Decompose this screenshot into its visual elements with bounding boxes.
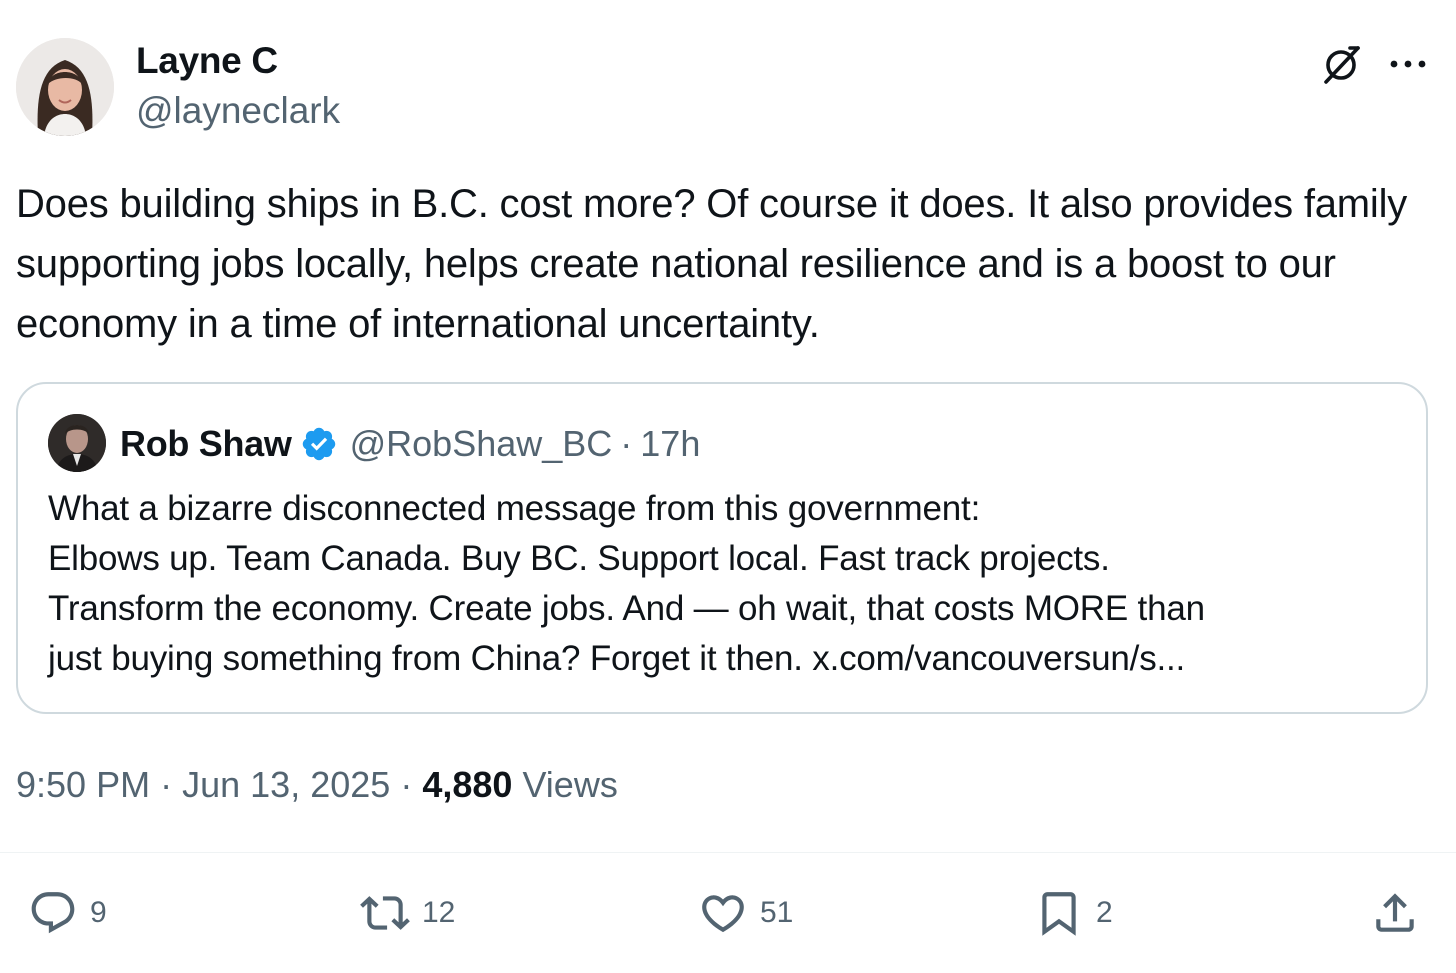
quoted-tweet-text: What a bizarre disconnected message from… (48, 484, 1408, 684)
bookmark-button[interactable]: 2 (1034, 888, 1113, 938)
meta-separator: · (400, 764, 413, 805)
reply-count: 9 (90, 896, 107, 929)
tweet-meta: 9:50 PM · Jun 13, 2025 · 4,880 Views (16, 764, 618, 806)
like-button[interactable]: 51 (698, 888, 793, 938)
author-handle[interactable]: @layneclark (136, 90, 340, 132)
grok-icon[interactable] (1320, 42, 1364, 86)
quoted-tweet-time[interactable]: 17h (640, 422, 700, 466)
reply-icon (31, 892, 75, 934)
tweet-time[interactable]: 9:50 PM (16, 764, 150, 805)
author-avatar-image (16, 38, 114, 136)
quoted-author-handle[interactable]: @RobShaw_BC (350, 422, 613, 466)
quoted-author-name[interactable]: Rob Shaw (120, 422, 292, 466)
share-icon (1376, 893, 1414, 932)
heart-icon (702, 895, 744, 933)
tweet-date[interactable]: Jun 13, 2025 (182, 764, 390, 805)
like-count: 51 (760, 896, 794, 929)
verified-badge-icon (302, 427, 335, 461)
author-name[interactable]: Layne C (136, 40, 278, 82)
views-label: Views (522, 764, 618, 805)
quoted-text-line: What a bizarre disconnected message from… (48, 489, 981, 528)
quoted-text-line: Elbows up. Team Canada. Buy BC. Support … (48, 539, 1110, 578)
bookmark-icon (1042, 892, 1076, 936)
repost-button[interactable]: 12 (360, 888, 455, 938)
bookmark-count: 2 (1096, 896, 1113, 929)
repost-icon (360, 896, 410, 930)
quoted-author-avatar[interactable] (48, 414, 106, 472)
quoted-author-avatar-image (48, 414, 106, 472)
tweet-text: Does building ships in B.C. cost more? O… (16, 182, 1408, 346)
quoted-tweet-header: Rob Shaw @RobShaw_BC · 17h (120, 422, 700, 466)
views-count: 4,880 (422, 764, 513, 805)
meta-separator: · (160, 764, 173, 805)
quoted-tweet[interactable]: Rob Shaw @RobShaw_BC · 17h What a bizarr… (16, 382, 1428, 714)
quoted-text-line: just buying something from China? Forget… (48, 639, 1186, 678)
author-avatar[interactable] (16, 38, 114, 136)
divider (0, 852, 1456, 853)
quoted-text-line: Transform the economy. Create jobs. And … (48, 589, 1205, 628)
reply-button[interactable]: 9 (28, 888, 107, 938)
tweet-card: Layne C @layneclark Does building ships … (0, 0, 1456, 973)
repost-count: 12 (422, 896, 456, 929)
share-button[interactable] (1370, 888, 1420, 938)
more-options-icon[interactable] (1388, 50, 1428, 78)
quoted-header-separator: · (620, 423, 633, 464)
